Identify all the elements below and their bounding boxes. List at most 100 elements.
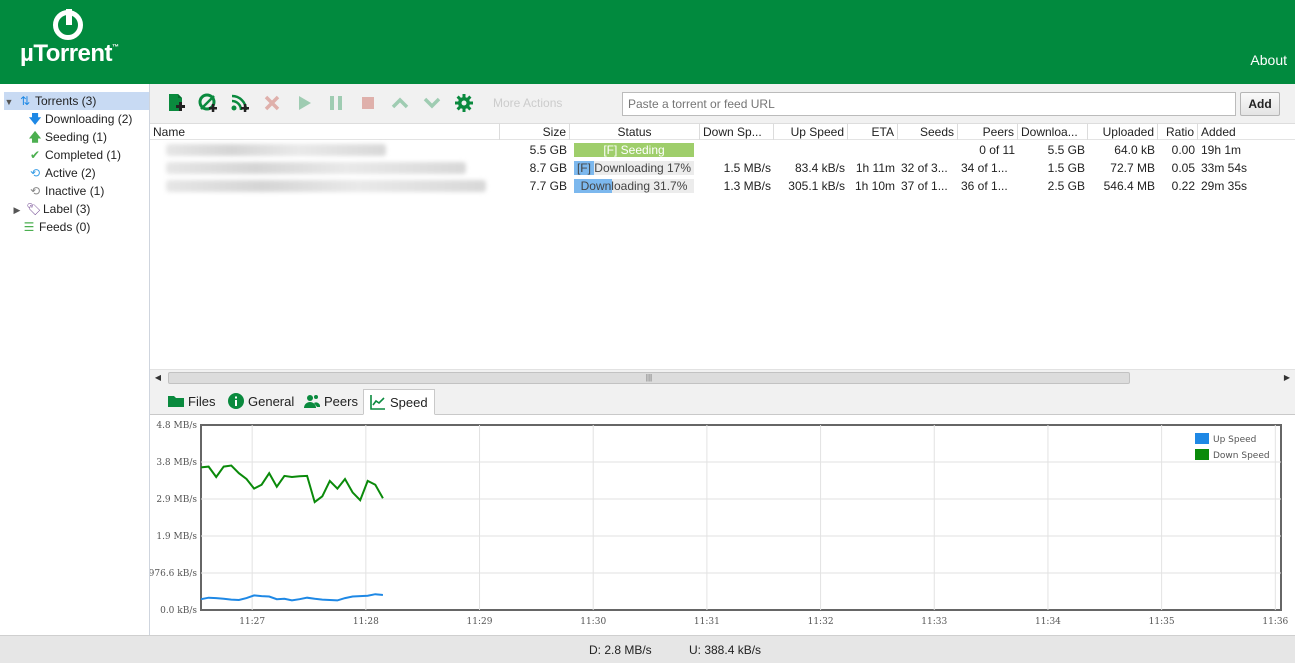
arrow-down-icon: 🡇 (28, 112, 42, 126)
torrent-seeds: 37 of 1... (901, 179, 948, 193)
column-header-down-speed[interactable]: Down Sp... (700, 124, 774, 140)
sidebar-item-torrents[interactable]: ▼ ⇅ Torrents (3) (4, 92, 149, 110)
tab-label: General (248, 394, 295, 409)
scrollbar-thumb[interactable]: ||| (168, 372, 1130, 384)
torrent-up-speed: 83.4 kB/s (794, 161, 845, 175)
speed-chart-icon (370, 395, 385, 410)
torrent-size: 7.7 GB (529, 179, 567, 193)
column-header-uploaded[interactable]: Uploaded (1088, 124, 1158, 140)
tab-general[interactable]: General (222, 389, 300, 415)
app-header: µTorrent™ About (0, 0, 1295, 84)
chart-x-tick-label: 11:35 (1149, 617, 1175, 627)
utorrent-logo-icon (53, 9, 83, 40)
torrent-down-speed: 1.3 MB/s (723, 179, 771, 193)
trademark: ™ (112, 44, 119, 51)
torrent-status: Downloading 31.7% (580, 179, 688, 193)
table-row[interactable]: 8.7 GB [F] Downloading 17% 1.5 MB/s 83.4… (150, 159, 1295, 177)
sidebar-item-label: Feeds (0) (39, 220, 91, 234)
add-magnet-button[interactable] (196, 92, 220, 114)
torrent-seeds (898, 141, 958, 159)
settings-button[interactable] (452, 92, 476, 114)
torrent-added: 19h 1m (1201, 143, 1242, 157)
add-rss-feed-button[interactable] (228, 92, 252, 114)
tab-peers[interactable]: Peers (298, 389, 364, 415)
sidebar-item-label: Completed (1) (45, 148, 122, 162)
speed-chart-svg: 0.0 kB/s 976.6 kB/s 1.9 MB/s 2.9 MB/s 3.8 MB… (150, 421, 1289, 627)
about-link[interactable]: About (1250, 52, 1287, 68)
torrent-uploaded: 72.7 MB (1110, 161, 1155, 175)
torrent-size: 8.7 GB (529, 161, 567, 175)
torrent-status-bar: [F] Downloading 17% (574, 161, 694, 175)
column-header-downloaded[interactable]: Downloa... (1018, 124, 1088, 140)
sidebar-item-label-group[interactable]: ▶ 🏷 Label (3) (12, 200, 91, 219)
move-up-button[interactable] (388, 92, 412, 114)
chart-y-tick-label: 2.9 MB/s (156, 495, 197, 505)
chart-y-tick-label: 3.8 MB/s (156, 458, 197, 468)
tab-speed[interactable]: Speed (363, 389, 435, 415)
more-actions-menu[interactable]: More Actions (493, 96, 562, 110)
utorrent-logo: µTorrent™ (20, 9, 140, 70)
torrent-url-input[interactable] (622, 92, 1236, 116)
column-header-size[interactable]: Size (500, 124, 570, 140)
expand-down-icon[interactable]: ▼ (4, 93, 14, 111)
rss-add-icon (231, 94, 249, 112)
column-header-name[interactable]: Name (150, 124, 500, 140)
remove-button[interactable] (260, 92, 284, 114)
start-button[interactable] (292, 92, 316, 114)
column-header-ratio[interactable]: Ratio (1158, 124, 1198, 140)
torrent-eta: 1h 11m (855, 161, 895, 175)
sidebar-item-label: Inactive (1) (45, 184, 105, 198)
tab-files[interactable]: Files (162, 389, 221, 415)
sidebar-item-seeding[interactable]: 🡅 Seeding (1) (28, 128, 107, 146)
chart-legend-swatch (1195, 433, 1209, 444)
tab-label: Files (188, 394, 216, 409)
add-torrent-icon (169, 94, 185, 111)
add-torrent-button[interactable] (164, 92, 188, 114)
stop-button[interactable] (356, 92, 380, 114)
scroll-left-icon[interactable]: ◀ (152, 372, 164, 384)
chart-legend-swatch (1195, 449, 1209, 460)
tab-label: Speed (390, 395, 428, 410)
column-header-added[interactable]: Added (1198, 124, 1295, 140)
column-header-eta[interactable]: ETA (848, 124, 898, 140)
chart-plot-area (200, 424, 1282, 611)
torrent-ratio: 0.22 (1171, 179, 1195, 193)
pause-button[interactable] (324, 92, 348, 114)
column-header-peers[interactable]: Peers (958, 124, 1018, 140)
sidebar-item-inactive[interactable]: ⟲ Inactive (1) (28, 182, 104, 200)
scroll-right-icon[interactable]: ▶ (1281, 372, 1293, 384)
download-speed-status: D: 2.8 MB/s (589, 643, 652, 657)
torrent-down-speed (700, 141, 774, 159)
torrent-status: [F] Downloading 17% (576, 161, 692, 175)
torrent-uploaded: 64.0 kB (1114, 143, 1155, 157)
chart-x-tick-label: 11:33 (921, 617, 947, 627)
expand-right-icon[interactable]: ▶ (12, 201, 22, 219)
table-row[interactable]: 5.5 GB [F] Seeding 0 of 11 5.5 GB 64.0 k… (150, 141, 1295, 159)
horizontal-scrollbar[interactable]: ◀ ||| ▶ (150, 369, 1295, 385)
refresh-gray-icon: ⟲ (29, 184, 41, 198)
torrent-downloaded: 1.5 GB (1047, 161, 1085, 175)
column-header-up-speed[interactable]: Up Speed (774, 124, 848, 140)
column-header-seeds[interactable]: Seeds (898, 124, 958, 140)
pause-icon (330, 96, 342, 110)
torrent-ratio: 0.05 (1171, 161, 1195, 175)
torrent-up-speed (774, 141, 848, 159)
sidebar-item-feeds[interactable]: ☰ Feeds (0) (22, 218, 91, 236)
sidebar-item-label: Torrents (3) (35, 94, 97, 108)
toolbar: More Actions Add (150, 84, 1295, 124)
torrent-downloaded: 5.5 GB (1047, 143, 1085, 157)
chart-x-tick-label: 11:30 (580, 617, 606, 627)
torrent-down-speed: 1.5 MB/s (723, 161, 771, 175)
chart-y-tick-label: 4.8 MB/s (156, 421, 197, 431)
sidebar-item-completed[interactable]: ✔ Completed (1) (28, 146, 121, 164)
sidebar-item-downloading[interactable]: 🡇 Downloading (2) (28, 110, 133, 128)
app-name: µTorrent (20, 40, 113, 67)
arrow-up-icon: 🡅 (28, 130, 42, 144)
column-header-status[interactable]: Status (570, 124, 700, 140)
table-row[interactable]: 7.7 GB Downloading 31.7% 1.3 MB/s 305.1 … (150, 177, 1295, 195)
upload-speed-status: U: 388.4 kB/s (689, 643, 762, 657)
move-down-button[interactable] (420, 92, 444, 114)
sidebar-item-active[interactable]: ⟲ Active (2) (28, 164, 96, 182)
add-url-button[interactable]: Add (1240, 92, 1280, 116)
tag-icon: 🏷 (26, 202, 42, 216)
